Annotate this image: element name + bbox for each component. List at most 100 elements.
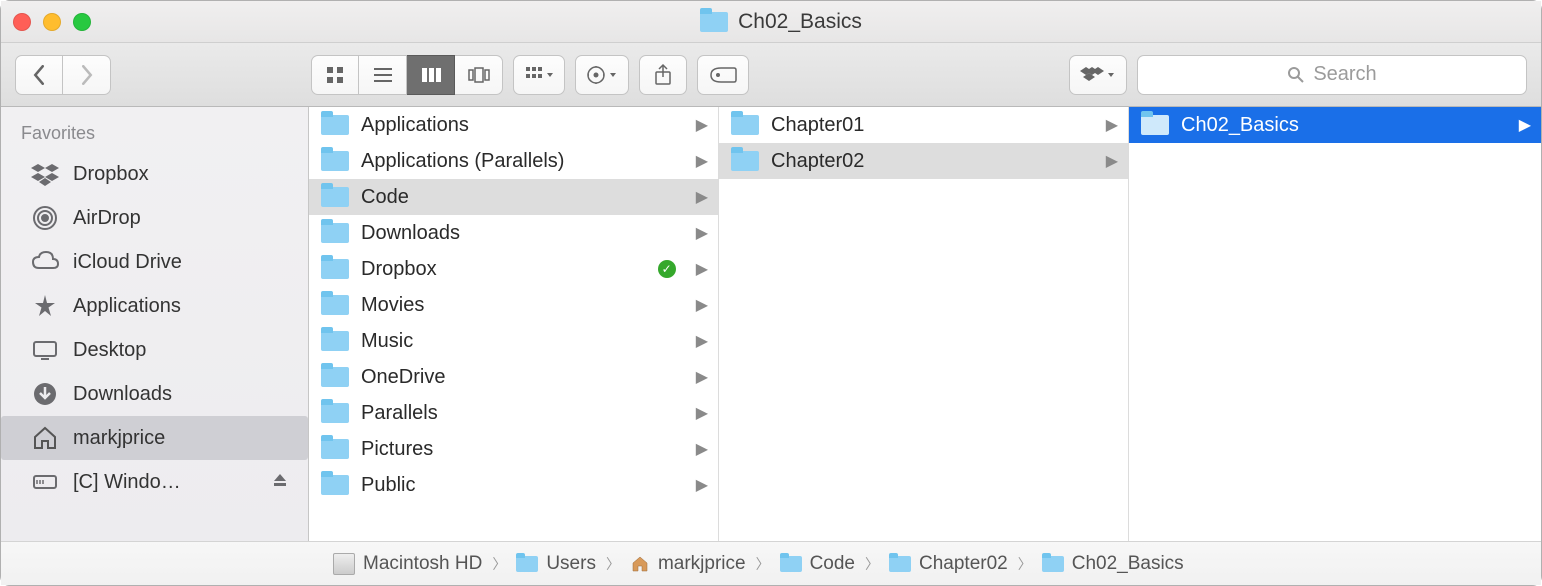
folder-label: Chapter02 [771, 150, 864, 173]
sidebar-item-label: Dropbox [73, 163, 149, 186]
downloads-icon [31, 380, 59, 408]
folder-icon [321, 439, 349, 459]
chevron-right-icon: 〉 [492, 554, 506, 574]
sidebar-item-applications[interactable]: Applications [1, 284, 308, 328]
sidebar-item-home[interactable]: markjprice [1, 416, 308, 460]
icon-view-button[interactable] [311, 55, 359, 95]
folder-row-chapter02[interactable]: Chapter02 ▶ [719, 143, 1128, 179]
sidebar-item-dropbox[interactable]: Dropbox [1, 152, 308, 196]
share-button[interactable] [639, 55, 687, 95]
column-0: Applications ▶ Applications (Parallels) … [309, 107, 719, 541]
chevron-right-icon: 〉 [606, 554, 620, 574]
folder-icon [321, 151, 349, 171]
path-crumb[interactable]: Ch02_Basics [1042, 553, 1184, 575]
back-button[interactable] [15, 55, 63, 95]
folder-label: Parallels [361, 402, 438, 425]
path-label: markjprice [658, 553, 746, 575]
column-browser: Applications ▶ Applications (Parallels) … [309, 107, 1541, 541]
folder-row[interactable]: Applications ▶ [309, 107, 718, 143]
folder-icon [321, 403, 349, 423]
path-crumb-hd[interactable]: Macintosh HD [333, 553, 482, 575]
folder-row-code[interactable]: Code ▶ [309, 179, 718, 215]
path-crumb[interactable]: markjprice [630, 553, 746, 575]
folder-icon [1141, 115, 1169, 135]
maximize-window-button[interactable] [73, 13, 91, 31]
folder-row[interactable]: Applications (Parallels) ▶ [309, 143, 718, 179]
folder-icon [321, 223, 349, 243]
hard-drive-icon [333, 553, 355, 575]
search-field[interactable]: Search [1137, 55, 1527, 95]
folder-label: Chapter01 [771, 114, 864, 137]
sidebar-item-airdrop[interactable]: AirDrop [1, 196, 308, 240]
path-label: Macintosh HD [363, 553, 482, 575]
chevron-right-icon: ▶ [696, 259, 708, 279]
column-view-button[interactable] [407, 55, 455, 95]
folder-row[interactable]: Music ▶ [309, 323, 718, 359]
chevron-right-icon: ▶ [696, 151, 708, 171]
sidebar-item-downloads[interactable]: Downloads [1, 372, 308, 416]
path-crumb[interactable]: Users [516, 553, 596, 575]
path-bar: Macintosh HD 〉 Users 〉 markjprice 〉 Code… [1, 541, 1541, 585]
folder-row[interactable]: Chapter01 ▶ [719, 107, 1128, 143]
eject-icon[interactable] [272, 471, 288, 494]
folder-icon [889, 556, 911, 572]
group-by-button[interactable] [513, 55, 565, 95]
action-menu-button[interactable] [575, 55, 629, 95]
close-window-button[interactable] [13, 13, 31, 31]
sidebar-item-label: Applications [73, 295, 181, 318]
sidebar-item-label: iCloud Drive [73, 251, 182, 274]
sidebar: Favorites Dropbox AirDrop iCloud Drive [1, 107, 309, 541]
folder-label: Pictures [361, 438, 433, 461]
minimize-window-button[interactable] [43, 13, 61, 31]
home-icon [31, 424, 59, 452]
folder-label: Music [361, 330, 413, 353]
folder-icon [321, 295, 349, 315]
path-label: Ch02_Basics [1072, 553, 1184, 575]
sidebar-item-desktop[interactable]: Desktop [1, 328, 308, 372]
sidebar-item-icloud[interactable]: iCloud Drive [1, 240, 308, 284]
folder-row[interactable]: Downloads ▶ [309, 215, 718, 251]
titlebar: Ch02_Basics [1, 1, 1541, 43]
chevron-right-icon: ▶ [696, 475, 708, 495]
folder-row-ch02-basics[interactable]: Ch02_Basics ▶ [1129, 107, 1541, 143]
toolbar: Search [1, 43, 1541, 107]
home-icon [630, 554, 650, 574]
search-placeholder: Search [1313, 63, 1376, 86]
search-icon [1287, 66, 1305, 84]
folder-row[interactable]: Parallels ▶ [309, 395, 718, 431]
folder-icon [321, 367, 349, 387]
sidebar-item-label: Desktop [73, 339, 146, 362]
sidebar-item-windows-volume[interactable]: [C] Windo… [1, 460, 308, 504]
folder-row[interactable]: Public ▶ [309, 467, 718, 503]
folder-row-dropbox[interactable]: Dropbox ✓ ▶ [309, 251, 718, 287]
folder-row[interactable]: Movies ▶ [309, 287, 718, 323]
folder-icon [321, 475, 349, 495]
view-mode-group [311, 55, 503, 95]
folder-label: Ch02_Basics [1181, 114, 1299, 137]
dropbox-toolbar-button[interactable] [1069, 55, 1127, 95]
folder-label: Movies [361, 294, 424, 317]
folder-label: Downloads [361, 222, 460, 245]
folder-icon [731, 151, 759, 171]
window-controls [13, 13, 91, 31]
gallery-view-button[interactable] [455, 55, 503, 95]
folder-icon [321, 331, 349, 351]
airdrop-icon [31, 204, 59, 232]
forward-button[interactable] [63, 55, 111, 95]
folder-label: Applications (Parallels) [361, 150, 564, 173]
list-view-button[interactable] [359, 55, 407, 95]
path-crumb[interactable]: Code [780, 553, 855, 575]
tags-button[interactable] [697, 55, 749, 95]
chevron-right-icon: ▶ [696, 115, 708, 135]
folder-label: Public [361, 474, 415, 497]
sidebar-item-label: Downloads [73, 383, 172, 406]
folder-icon [731, 115, 759, 135]
path-crumb[interactable]: Chapter02 [889, 553, 1008, 575]
chevron-right-icon: ▶ [696, 439, 708, 459]
chevron-right-icon: ▶ [1519, 115, 1531, 135]
chevron-right-icon: ▶ [696, 367, 708, 387]
folder-row[interactable]: Pictures ▶ [309, 431, 718, 467]
folder-label: Applications [361, 114, 469, 137]
chevron-right-icon: ▶ [1106, 151, 1118, 171]
folder-row[interactable]: OneDrive ▶ [309, 359, 718, 395]
